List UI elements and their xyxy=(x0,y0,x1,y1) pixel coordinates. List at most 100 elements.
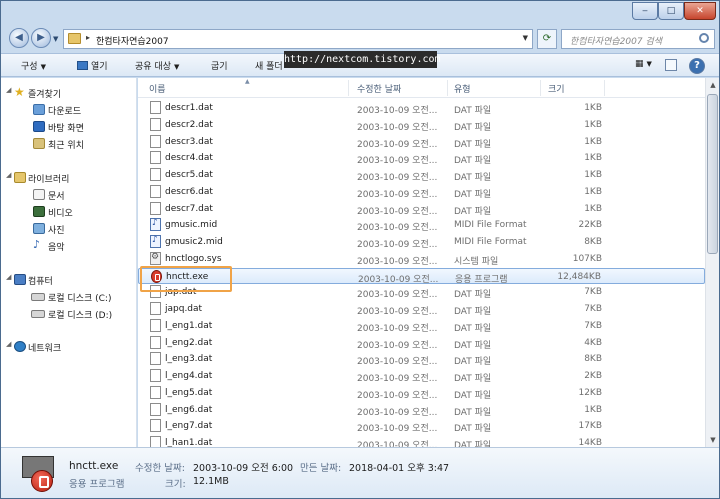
nav-local-c[interactable]: 로컬 디스크 (C:) xyxy=(1,289,135,305)
drive-icon xyxy=(31,310,45,318)
file-date: 2003-10-09 오전... xyxy=(357,357,438,368)
scroll-down-arrow-icon[interactable]: ▼ xyxy=(706,433,720,447)
nav-downloads-label: 다운로드 xyxy=(48,107,82,117)
refresh-button[interactable]: ⟳ xyxy=(537,29,557,49)
table-row[interactable]: l_eng1.dat 2003-10-09 오전... DAT 파일 7KB xyxy=(138,318,705,335)
file-type: DAT 파일 xyxy=(454,407,492,418)
column-header-name[interactable]: 이름 xyxy=(149,82,166,95)
table-row[interactable]: descr3.dat 2003-10-09 오전... DAT 파일 1KB xyxy=(138,134,705,151)
column-divider[interactable] xyxy=(447,80,448,96)
table-row[interactable]: l_eng5.dat 2003-10-09 오전... DAT 파일 12KB xyxy=(138,385,705,402)
table-row[interactable]: l_eng2.dat 2003-10-09 오전... DAT 파일 4KB xyxy=(138,335,705,352)
share-label: 공유 대상 xyxy=(135,62,171,72)
address-bar[interactable]: ▸ 한컴타자연습2007 ▼ xyxy=(63,29,533,49)
address-dropdown-icon[interactable]: ▼ xyxy=(523,34,528,42)
application-icon xyxy=(20,454,58,492)
nav-favorites[interactable]: ◢ ★ 즐겨찾기 xyxy=(1,85,135,101)
column-header-modified[interactable]: 수정한 날짜 xyxy=(357,82,401,95)
nav-computer-label: 컴퓨터 xyxy=(28,277,53,287)
file-type: DAT 파일 xyxy=(454,340,492,351)
nav-libraries[interactable]: ◢ 라이브러리 xyxy=(1,170,135,186)
table-row[interactable]: gmusic.mid 2003-10-09 오전... MIDI File Form… xyxy=(138,217,705,234)
preview-pane-button[interactable] xyxy=(665,59,677,71)
file-type: DAT 파일 xyxy=(454,189,492,200)
table-row[interactable]: l_eng7.dat 2003-10-09 오전... DAT 파일 17KB xyxy=(138,418,705,435)
table-row[interactable]: gmusic2.mid 2003-10-09 오전... MIDI File For… xyxy=(138,234,705,251)
details-modified-label: 수정한 날짜: xyxy=(135,463,185,474)
maximize-button[interactable]: □ xyxy=(658,2,684,20)
table-row[interactable]: hnctlogo.sys 2003-10-09 오전... 시스템 파일 107KB xyxy=(138,251,705,268)
column-divider[interactable] xyxy=(604,80,605,96)
table-row[interactable]: descr4.dat 2003-10-09 오전... DAT 파일 1KB xyxy=(138,150,705,167)
column-header-type[interactable]: 유형 xyxy=(454,82,471,95)
table-row[interactable]: descr1.dat 2003-10-09 오전... DAT 파일 1KB xyxy=(138,100,705,117)
nav-videos[interactable]: 비디오 xyxy=(1,204,135,220)
file-type: 시스템 파일 xyxy=(454,256,499,267)
table-row[interactable]: descr2.dat 2003-10-09 오전... DAT 파일 1KB xyxy=(138,117,705,134)
recent-places-icon xyxy=(33,138,45,149)
column-divider[interactable] xyxy=(540,80,541,96)
details-size-label: 크기: xyxy=(165,479,186,490)
file-icon xyxy=(150,201,161,215)
highlight-annotation xyxy=(140,266,232,292)
table-row[interactable]: descr5.dat 2003-10-09 오전... DAT 파일 1KB xyxy=(138,167,705,184)
file-date: 2003-10-09 오전... xyxy=(357,340,438,351)
vertical-scrollbar[interactable]: ▲ ▼ xyxy=(705,78,719,447)
file-icon xyxy=(150,302,161,315)
file-date: 2003-10-09 오전... xyxy=(357,374,438,384)
burn-button[interactable]: 굽기 xyxy=(211,59,228,72)
nav-desktop[interactable]: 바탕 화면 xyxy=(1,119,135,135)
new-folder-label: 새 폴더 xyxy=(255,62,283,72)
forward-arrow-icon: ▶ xyxy=(37,32,45,43)
chevron-right-icon[interactable]: ▸ xyxy=(86,33,90,42)
back-button[interactable]: ◀ xyxy=(9,28,29,48)
open-icon xyxy=(77,61,88,70)
drive-icon xyxy=(31,293,45,301)
column-divider[interactable] xyxy=(348,80,349,96)
table-row[interactable]: descr6.dat 2003-10-09 오전... DAT 파일 1KB xyxy=(138,184,705,201)
view-options-button[interactable]: ▦ ▼ xyxy=(635,59,652,69)
address-path[interactable]: 한컴타자연습2007 xyxy=(96,34,169,47)
close-button[interactable]: ✕ xyxy=(684,2,716,20)
nav-computer[interactable]: ◢ 컴퓨터 xyxy=(1,272,135,288)
nav-recent[interactable]: 최근 위치 xyxy=(1,136,135,152)
scroll-up-arrow-icon[interactable]: ▲ xyxy=(706,78,720,92)
open-label: 열기 xyxy=(91,62,108,72)
table-row[interactable]: descr7.dat 2003-10-09 오전... DAT 파일 1KB xyxy=(138,201,705,218)
nav-music[interactable]: ♪ 음악 xyxy=(1,238,135,254)
nav-downloads[interactable]: 다운로드 xyxy=(1,102,135,118)
file-icon xyxy=(150,134,161,148)
organize-button[interactable]: 구성 ▼ xyxy=(21,59,46,72)
file-date: 2003-10-09 오전... xyxy=(357,390,438,401)
minimize-button[interactable]: ‒ xyxy=(632,2,658,20)
open-button[interactable]: 열기 xyxy=(77,59,108,72)
recent-pages-dropdown[interactable]: ▼ xyxy=(53,34,61,44)
nav-network[interactable]: ◢ 네트워크 xyxy=(1,339,135,355)
midi-file-icon xyxy=(150,218,161,232)
nav-recent-label: 최근 위치 xyxy=(48,141,84,151)
nav-documents[interactable]: 문서 xyxy=(1,187,135,203)
file-date: 2003-10-09 오전... xyxy=(357,307,438,317)
search-box[interactable]: 한컴타자연습2007 검색 xyxy=(561,29,715,49)
help-button[interactable]: ? xyxy=(689,58,705,74)
table-row[interactable]: l_eng3.dat 2003-10-09 오전... DAT 파일 8KB xyxy=(138,351,705,368)
table-row[interactable]: l_eng6.dat 2003-10-09 오전... DAT 파일 1KB xyxy=(138,402,705,419)
table-row[interactable]: l_eng4.dat 2003-10-09 오전... DAT 파일 2KB xyxy=(138,368,705,385)
file-date: 2003-10-09 오전... xyxy=(357,407,438,418)
nav-local-d[interactable]: 로컬 디스크 (D:) xyxy=(1,306,135,322)
new-folder-button[interactable]: 새 폴더 xyxy=(255,59,283,72)
system-file-icon xyxy=(150,251,161,265)
table-row[interactable]: japq.dat 2003-10-09 오전... DAT 파일 7KB xyxy=(138,301,705,318)
file-list-pane: ▲ 이름 수정한 날짜 유형 크기 descr1.dat 2003-10-09 오… xyxy=(138,78,705,451)
scroll-thumb[interactable] xyxy=(707,94,718,254)
file-date: 2003-10-09 오전... xyxy=(357,139,438,150)
nav-pictures[interactable]: 사진 xyxy=(1,221,135,237)
nav-local-d-label: 로컬 디스크 (D:) xyxy=(48,311,113,321)
file-type: DAT 파일 xyxy=(454,290,492,301)
file-type: DAT 파일 xyxy=(454,357,492,368)
file-date: 2003-10-09 오전... xyxy=(357,106,438,116)
column-header-size[interactable]: 크기 xyxy=(548,82,565,95)
share-button[interactable]: 공유 대상 ▼ xyxy=(135,59,179,72)
file-date: 2003-10-09 오전... xyxy=(357,290,438,301)
forward-button[interactable]: ▶ xyxy=(31,28,51,48)
